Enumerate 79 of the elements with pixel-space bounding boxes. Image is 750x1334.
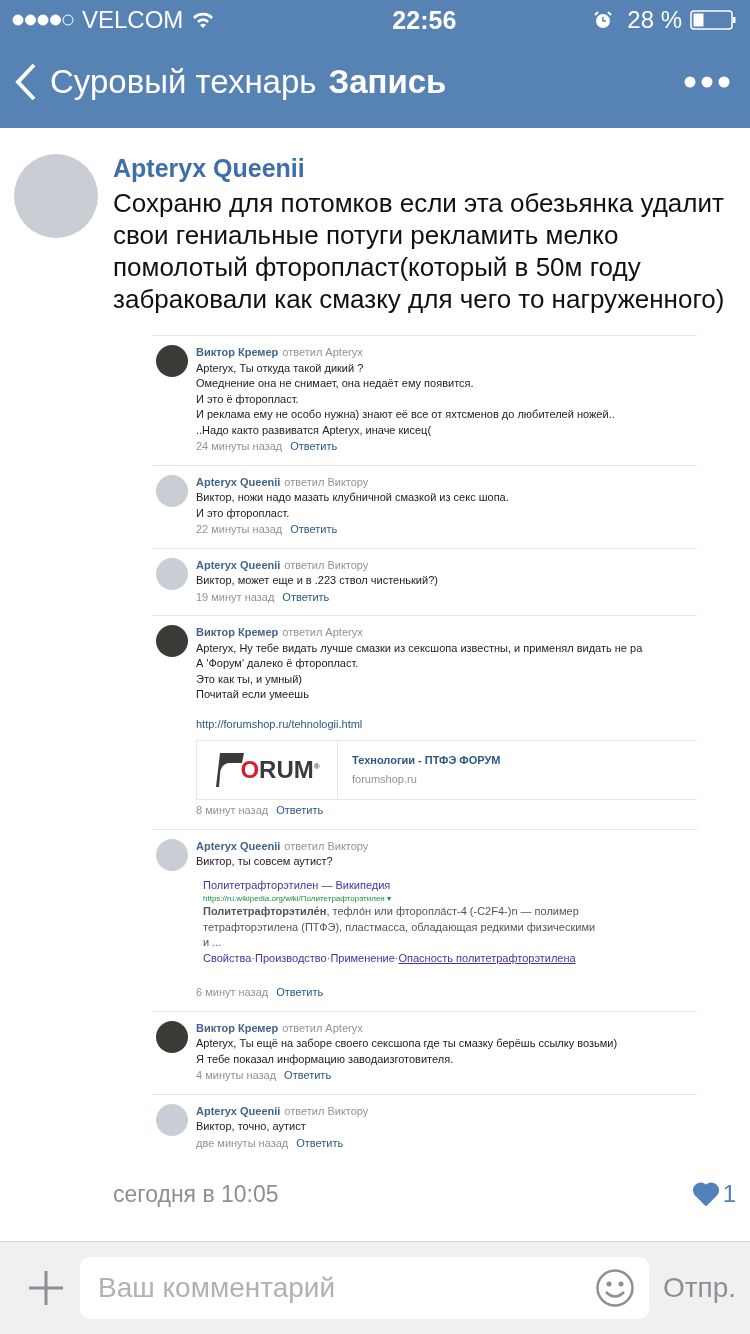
avatar[interactable] xyxy=(156,1020,188,1053)
commenter-name[interactable]: Виктор Кремер xyxy=(196,345,279,361)
separator-dot: · xyxy=(251,951,255,964)
comment-line: Почитай если умеешь xyxy=(196,687,310,702)
post-date: сегодня в 10:05 xyxy=(113,1180,279,1208)
reply-to-label: ответил Виктору xyxy=(284,474,369,490)
comment-line: Омеднение она не снимает, она недаёт ему появится. xyxy=(196,376,475,391)
comment-line: Я тебе показал информацию заводаизготовителя. xyxy=(196,1051,455,1067)
card-title: Технологии - ПТФЭ ФОРУМ xyxy=(352,752,501,768)
reply-link[interactable]: Ответить xyxy=(290,439,338,455)
commenter-name[interactable]: Apteryx Queenii xyxy=(196,838,281,854)
comment-line: И это фторопласт. xyxy=(196,505,291,521)
comment-time: 24 минуты назад xyxy=(196,439,283,454)
reply-to-label: ответил Apteryx xyxy=(282,625,363,640)
result-sublink[interactable]: Опасность политетрафторэтилена xyxy=(398,951,576,964)
comment-line: ..Надо както развиватся Apteryx, иначе кисец( xyxy=(196,422,433,438)
card-domain: forumshop.ru xyxy=(352,772,418,787)
back-chevron-icon[interactable] xyxy=(14,62,38,102)
result-url: https://ru.wikipedia.org/wiki/Политетрафторэтилен ▾ xyxy=(203,893,392,904)
comment-line: Виктор, точно, аутист xyxy=(196,1119,307,1134)
commenter-name[interactable]: Apteryx Queenii xyxy=(196,557,281,573)
author-name[interactable]: Apteryx Queenii xyxy=(113,154,305,183)
commenter-name[interactable]: Виктор Кремер xyxy=(196,1020,279,1036)
comment-time: 8 минут назад xyxy=(196,803,269,818)
reply-link[interactable]: Ответить xyxy=(276,985,324,1001)
result-sublink[interactable]: Производство xyxy=(255,951,327,964)
reply-link[interactable]: Ответить xyxy=(290,522,338,538)
comment-time: 6 минут назад xyxy=(196,985,269,1000)
reply-to-label: ответил Виктору xyxy=(284,1103,369,1119)
avatar[interactable] xyxy=(156,345,188,377)
more-icon[interactable] xyxy=(684,76,730,88)
result-sublink[interactable]: Применение xyxy=(330,951,395,964)
reply-to-label: ответил Apteryx xyxy=(282,1020,363,1036)
commenter-name[interactable]: Apteryx Queenii xyxy=(196,474,281,490)
comment-line: Apteryx, Ты откуда такой дикий ? xyxy=(196,360,365,376)
comment-input[interactable]: Ваш комментарий xyxy=(96,1271,595,1305)
commenter-name[interactable]: Виктор Кремер xyxy=(196,625,279,641)
alarm-icon xyxy=(593,10,614,30)
reply-link[interactable]: Ответить xyxy=(276,803,324,819)
comment-line: Виктор, может еще и в .223 ствол чистенький?) xyxy=(196,573,438,588)
comment-time: две минуты назад xyxy=(196,1135,289,1151)
result-title-link[interactable]: Политетрафторэтилен — Википедия xyxy=(203,877,391,893)
comment-line: Apteryx, Ну тебе видать лучше смазки из сексшопа известны, и применял видать не ра xyxy=(196,640,644,656)
signal-icon xyxy=(12,14,74,26)
comment-time: 19 минут назад xyxy=(196,589,275,605)
separator-dot: · xyxy=(394,951,399,964)
comment-line: Apteryx, Ты ещё на заборе своего сексшопа где ты смазку берёшь ссылку возьми) xyxy=(196,1036,618,1051)
post-text: Сохраню для потомков если эта обезьянка удалит свои гениальные потуги рекламить мелко помолотый фторопласт(который в 50м году забраковали как смазку для чего то нагруженного) xyxy=(113,187,726,315)
separator-dot: · xyxy=(326,951,331,964)
reply-to-label: ответил Apteryx xyxy=(282,345,363,360)
link-card[interactable]: ORUM$^{®}$ Технологии - ПТФЭ ФОРУМ forumshop.ru xyxy=(196,740,697,800)
logo-text: ORUM$^{®}$ xyxy=(240,758,320,782)
comment-line: А 'Форум' далеко ё фторопласт. xyxy=(196,656,360,671)
comment-line: Виктор, ты совсем аутист? xyxy=(196,854,334,869)
clock-time: 22:56 xyxy=(392,5,457,35)
comment-line: И реклама ему не особо нужна) знают её все от яхтсменов до любителей ножей.. xyxy=(196,407,615,422)
reply-link[interactable]: Ответить xyxy=(296,1135,344,1151)
comment-line: Это как ты, и умный) xyxy=(196,671,304,687)
wifi-icon xyxy=(191,11,216,29)
battery-percent: 28 % xyxy=(627,6,682,34)
reply-to-label: ответил Виктору xyxy=(284,557,369,573)
url-link[interactable]: http://forumshop.ru/tehnologii.html xyxy=(196,716,363,732)
carrier: VELCOM xyxy=(82,6,184,34)
plus-icon[interactable] xyxy=(26,1268,66,1308)
battery-icon xyxy=(690,10,736,30)
back-button[interactable]: Суровый технарь xyxy=(14,62,317,102)
emoji-icon[interactable] xyxy=(594,1268,635,1308)
comment-field[interactable]: Ваш комментарий xyxy=(80,1257,649,1319)
comment-line: Виктор, ножи надо мазать клубничной смазкой из секс шопа. xyxy=(196,490,509,505)
page-title: Запись xyxy=(328,63,447,101)
commenter-name[interactable]: Apteryx Queenii xyxy=(196,1103,281,1119)
reply-link[interactable]: Ответить xyxy=(282,589,330,605)
reply-link[interactable]: Ответить xyxy=(284,1068,332,1084)
comment-time: 22 минуты назад xyxy=(196,522,283,537)
comment-time: 4 минуты назад xyxy=(196,1068,277,1083)
reply-to-label: ответил Виктору xyxy=(284,838,369,854)
avatar[interactable] xyxy=(156,625,188,657)
comment-line: И это ё фторопласт. xyxy=(196,391,300,407)
result-snippet: Политетрафторэтиле́н, тефло́н или фторопла́ст-4 (-C2F4-)n — полимер тетрафторэтилена (ПТФЭ), пластмасса, обладающая редкими физическими и ... xyxy=(203,904,597,950)
